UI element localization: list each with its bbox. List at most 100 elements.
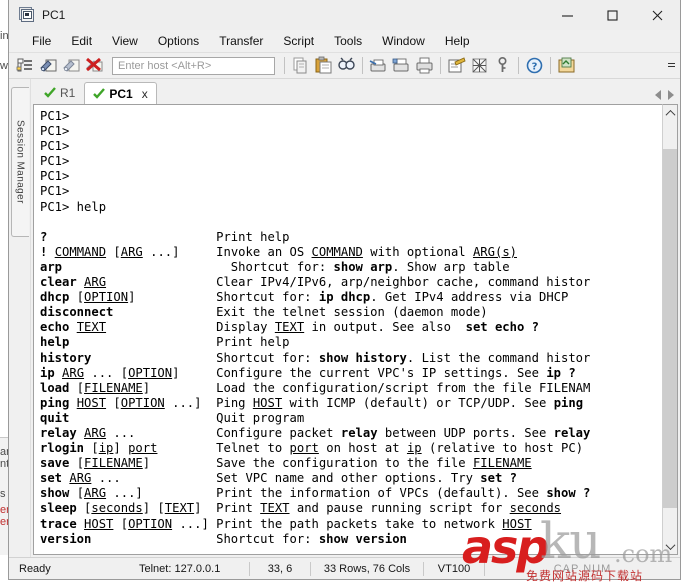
securecrt-icon (19, 7, 35, 23)
help-icon[interactable]: ? (524, 55, 545, 76)
status-connection: Telnet: 127.0.0.1 (139, 562, 221, 575)
status-ready: Ready (19, 562, 51, 575)
menu-item-view[interactable]: View (103, 31, 147, 51)
terminal-help-row: help Print help (40, 335, 290, 350)
session-manager-label: Session Manager (14, 120, 26, 204)
clone-session-icon[interactable] (61, 55, 82, 76)
toolbar-overflow-icon[interactable] (665, 53, 677, 79)
terminal-help-row: save [FILENAME] Save the configuration t… (40, 456, 532, 471)
status-dimensions: 33 Rows, 76 Cols (323, 562, 411, 575)
scroll-up-icon[interactable] (663, 105, 677, 121)
toolbar-separator (518, 57, 519, 74)
menu-bar: File Edit View Options Transfer Script Tools Wi… (9, 30, 680, 53)
scroll-down-icon[interactable] (663, 538, 677, 554)
close-icon[interactable] (635, 0, 680, 30)
tab-bar: R1 PC1 x (31, 79, 680, 105)
connected-check-icon (93, 88, 106, 99)
terminal-text: PC1> PC1> PC1> PC1> PC1> PC1> PC1> help ? Prin… (34, 105, 662, 554)
menu-item-window[interactable]: Window (373, 31, 434, 51)
terminal-help-row: arp Shortcut for: show arp. Show arp tab… (40, 259, 510, 274)
menu-item-help[interactable]: Help (436, 31, 479, 51)
tab-prev-icon[interactable] (655, 90, 661, 100)
log-session-icon[interactable] (391, 55, 412, 76)
minimize-icon[interactable] (545, 0, 590, 30)
terminal-screen[interactable]: PC1> PC1> PC1> PC1> PC1> PC1> PC1> help ? Prin… (33, 104, 662, 555)
session-options-icon[interactable] (446, 55, 467, 76)
tab-pc1[interactable]: PC1 x (84, 82, 157, 105)
menu-item-options[interactable]: Options (149, 31, 208, 51)
transfer-icon[interactable] (556, 55, 577, 76)
menu-item-file[interactable]: File (23, 31, 60, 51)
tab-navigation (655, 90, 674, 100)
disconnect-icon[interactable] (84, 55, 105, 76)
menu-item-edit[interactable]: Edit (62, 31, 101, 51)
terminal-help-row: set ARG ... Set VPC name and other optio… (40, 471, 517, 486)
tab-label: R1 (60, 85, 76, 100)
terminal-help-row: show [ARG ...] Print the information of … (40, 486, 591, 501)
terminal-prompt-line: PC1> (40, 139, 70, 154)
copy-icon[interactable] (290, 55, 311, 76)
host-input-placeholder: Enter host <Alt+R> (118, 59, 212, 72)
paste-icon[interactable] (313, 55, 334, 76)
terminal-help-row: disconnect Exit the telnet session (daem… (40, 305, 488, 320)
session-manager-icon[interactable] (15, 55, 36, 76)
key-icon[interactable] (492, 55, 513, 76)
terminal-help-row: rlogin [ip] port Telnet to port on host … (40, 441, 584, 456)
toolbar-separator (284, 57, 285, 74)
terminal-help-row: ! COMMAND [ARG ...] Invoke an OS COMMAND… (40, 244, 517, 259)
session-manager-strip: Session Manager (9, 79, 31, 557)
terminal-container: PC1> PC1> PC1> PC1> PC1> PC1> PC1> help ? Prin… (31, 104, 680, 557)
terminal-prompt-line: PC1> (40, 184, 70, 199)
session-area: R1 PC1 x PC1> PC1> PC1> PC1> PC1> PC1> PC1> (31, 79, 680, 557)
toolbar: Enter host <Alt+R> ? (9, 53, 680, 79)
connected-check-icon (44, 87, 56, 98)
terminal-prompt-line: PC1> (40, 109, 70, 123)
window-title: PC1 (42, 8, 66, 22)
terminal-help-row: ping HOST [OPTION ...] Ping HOST with IC… (40, 395, 584, 410)
terminal-help-row: sleep [seconds] [TEXT] Print TEXT and pa… (40, 501, 562, 516)
terminal-command-line: PC1> help (40, 199, 107, 214)
terminal-help-row: dhcp [OPTION] Shortcut for: ip dhcp. Get… (40, 290, 569, 305)
scrollbar-track[interactable] (663, 121, 677, 538)
terminal-help-row: ? Print help (40, 229, 290, 244)
menu-item-transfer[interactable]: Transfer (210, 31, 272, 51)
terminal-scrollbar[interactable] (662, 104, 678, 555)
title-bar: PC1 (9, 0, 680, 30)
terminal-prompt-line: PC1> (40, 169, 70, 184)
terminal-help-row: ip ARG ... [OPTION] Configure the curren… (40, 365, 576, 380)
terminal-help-row: clear ARG Clear IPv4/IPv6, arp/neighbor … (40, 275, 591, 290)
status-cursor-position: 33, 6 (267, 562, 293, 575)
host-input[interactable]: Enter host <Alt+R> (112, 56, 275, 75)
maximize-icon[interactable] (590, 0, 635, 30)
print-icon[interactable] (414, 55, 435, 76)
terminal-prompt-line: PC1> (40, 154, 70, 169)
session-manager-tab[interactable]: Session Manager (10, 87, 29, 237)
svg-text:?: ? (532, 62, 538, 73)
tab-close-icon[interactable]: x (142, 87, 148, 101)
window-body: Session Manager R1 PC1 x PC1> PC1> PC1> … (9, 79, 680, 557)
terminal-help-row: load [FILENAME] Load the configuration/s… (40, 380, 591, 395)
toolbar-separator (362, 57, 363, 74)
toolbar-separator (550, 57, 551, 74)
terminal-help-row: echo TEXT Display TEXT in output. See al… (40, 320, 539, 335)
terminal-help-row: quit Quit program (40, 410, 305, 425)
status-emulation: VT100 (437, 562, 471, 575)
window-controls (545, 0, 680, 30)
print-screen-icon[interactable] (368, 55, 389, 76)
terminal-help-row: relay ARG ... Configure packet relay bet… (40, 425, 591, 440)
toolbar-separator (440, 57, 441, 74)
tab-r1[interactable]: R1 (35, 81, 84, 104)
terminal-help-row: trace HOST [OPTION ...] Print the path p… (40, 516, 532, 531)
terminal-prompt-line: PC1> (40, 124, 70, 139)
find-icon[interactable] (336, 55, 357, 76)
tab-next-icon[interactable] (668, 90, 674, 100)
properties-icon[interactable] (469, 55, 490, 76)
scrollbar-thumb[interactable] (663, 149, 677, 508)
connect-icon[interactable] (38, 55, 59, 76)
status-indicators: CAP NUM (553, 562, 612, 575)
menu-item-tools[interactable]: Tools (325, 31, 371, 51)
securecrt-window: PC1 File Edit View Options Transfer Script Too… (8, 0, 681, 580)
menu-item-script[interactable]: Script (274, 31, 323, 51)
